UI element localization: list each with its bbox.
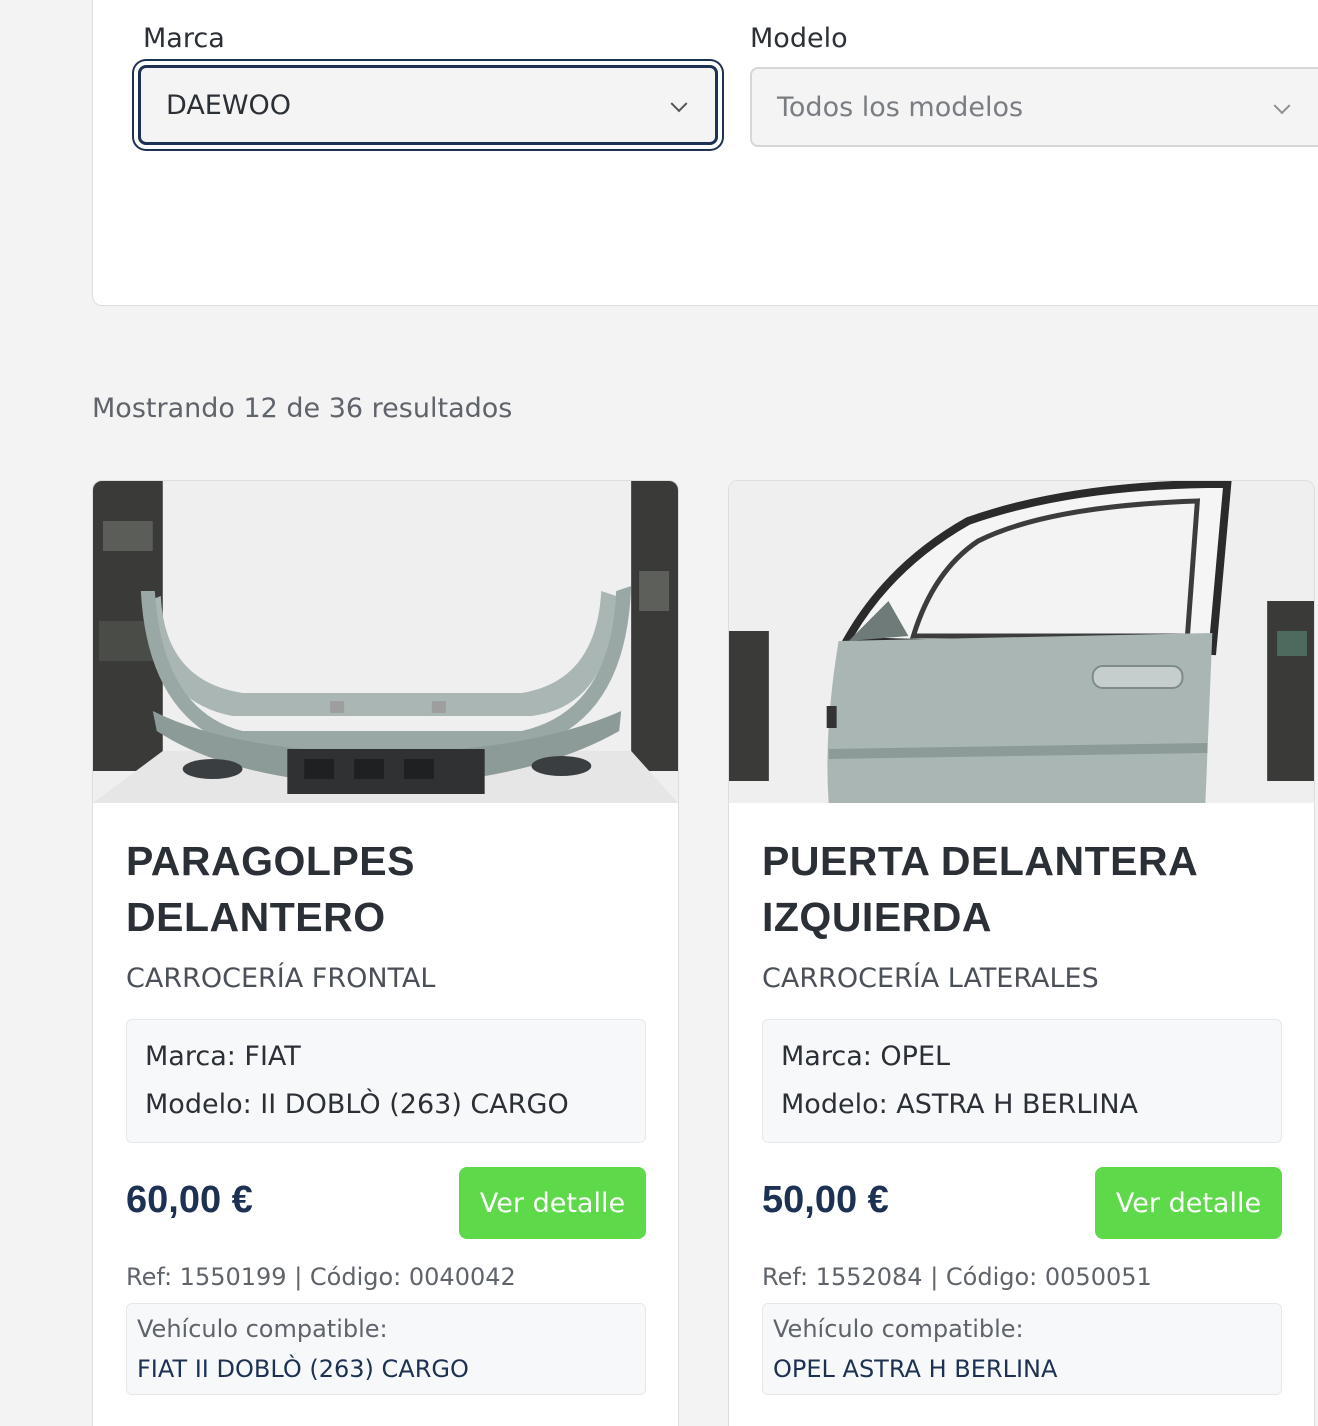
product-image[interactable] (729, 481, 1314, 803)
compatible-vehicle-value: FIAT II DOBLÒ (263) CARGO (137, 1355, 469, 1383)
chevron-down-icon (670, 95, 688, 113)
view-detail-button[interactable]: Ver detalle (1095, 1167, 1282, 1239)
model-select-value: Todos los modelos (777, 91, 1024, 123)
product-ref: Ref: 1550199 | Código: 0040042 (126, 1263, 516, 1291)
chevron-down-icon (1273, 97, 1291, 115)
spec-model: Modelo: ASTRA H BERLINA (781, 1089, 1138, 1120)
model-label: Modelo (750, 23, 848, 54)
brand-select[interactable]: DAEWOO (138, 65, 718, 145)
product-card[interactable]: PUERTA DELANTERA IZQUIERDA CARROCERÍA LA… (728, 480, 1315, 1426)
product-category: CARROCERÍA LATERALES (762, 963, 1099, 994)
compatible-vehicle-label: Vehículo compatible: (773, 1315, 1024, 1343)
product-card[interactable]: PARAGOLPES DELANTERO CARROCERÍA FRONTAL … (92, 480, 679, 1426)
spec-box: Marca: FIAT Modelo: II DOBLÒ (263) CARGO (126, 1019, 646, 1143)
spec-box: Marca: OPEL Modelo: ASTRA H BERLINA (762, 1019, 1282, 1143)
product-title[interactable]: PUERTA DELANTERA IZQUIERDA (762, 833, 1282, 945)
product-price: 50,00 € (762, 1179, 889, 1221)
product-ref: Ref: 1552084 | Código: 0050051 (762, 1263, 1152, 1291)
spec-brand: Marca: FIAT (145, 1041, 301, 1072)
compatible-vehicle-label: Vehículo compatible: (137, 1315, 388, 1343)
view-detail-button[interactable]: Ver detalle (459, 1167, 646, 1239)
page: Marca DAEWOO Modelo Todos los modelos Mo… (0, 0, 1318, 1426)
model-select[interactable]: Todos los modelos (750, 67, 1318, 147)
results-count: Mostrando 12 de 36 resultados (92, 393, 513, 424)
brand-select-value: DAEWOO (166, 89, 292, 121)
compatible-vehicle-value: OPEL ASTRA H BERLINA (773, 1355, 1058, 1383)
compatible-vehicle-box: Vehículo compatible: OPEL ASTRA H BERLIN… (762, 1303, 1282, 1395)
brand-label: Marca (143, 23, 225, 54)
spec-model: Modelo: II DOBLÒ (263) CARGO (145, 1089, 569, 1120)
filter-panel: Marca DAEWOO Modelo Todos los modelos (92, 0, 1318, 306)
product-image[interactable] (93, 481, 678, 803)
product-price: 60,00 € (126, 1179, 253, 1221)
compatible-vehicle-box: Vehículo compatible: FIAT II DOBLÒ (263)… (126, 1303, 646, 1395)
product-title[interactable]: PARAGOLPES DELANTERO (126, 833, 646, 945)
spec-brand: Marca: OPEL (781, 1041, 951, 1072)
product-category: CARROCERÍA FRONTAL (126, 963, 436, 994)
